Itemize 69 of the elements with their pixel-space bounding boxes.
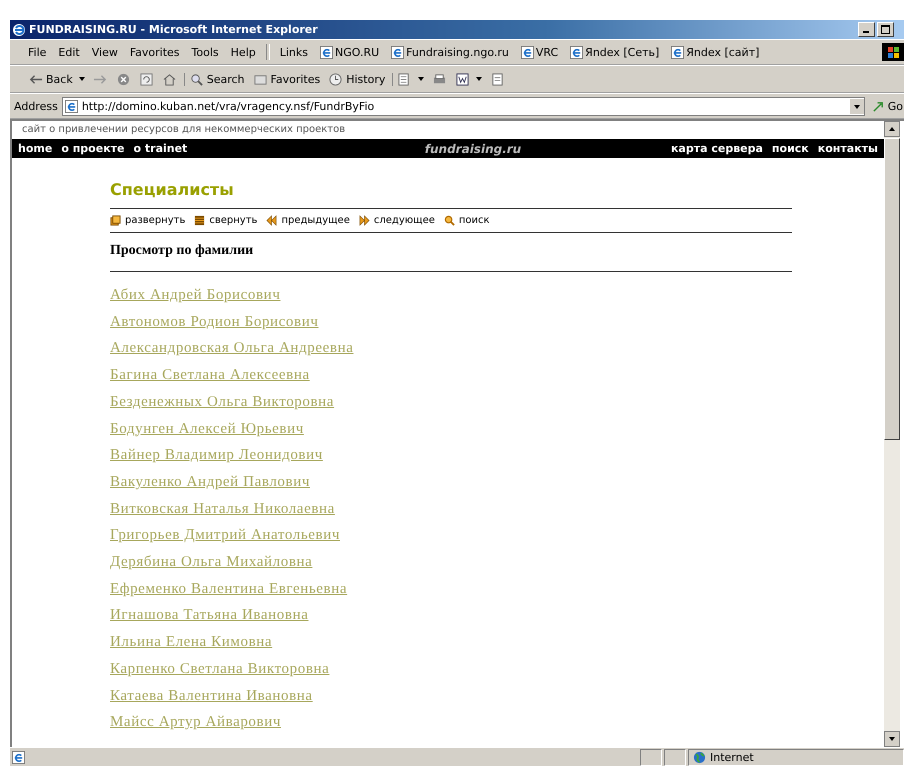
site-logo: fundraising.ru: [424, 142, 522, 156]
menu-item[interactable]: File: [22, 46, 52, 58]
menu-item[interactable]: Favorites: [124, 46, 186, 58]
page-icon: [671, 46, 684, 58]
nav-link[interactable]: контакты: [818, 142, 878, 155]
menu-item[interactable]: Edit: [52, 46, 86, 58]
site-tagline: сайт о привлечении ресурсов для некоммерческих проектов: [21, 123, 346, 137]
caret-icon: [78, 77, 85, 81]
menu-item[interactable]: Help: [224, 46, 262, 58]
page-icon: [520, 46, 534, 58]
scroll-thumb[interactable]: [884, 138, 900, 440]
action-link[interactable]: развернуть: [110, 215, 186, 226]
nav-link[interactable]: home: [18, 142, 52, 155]
maximize-button[interactable]: [877, 22, 894, 37]
page-icon: [570, 46, 584, 58]
link-button[interactable]: NGO.RU: [314, 46, 386, 58]
globe-icon: [693, 750, 706, 764]
caret-icon: [476, 77, 482, 81]
window-title: FUNDRAISING.RU - Microsoft Internet Explorer: [29, 23, 318, 36]
go-button[interactable]: Go: [870, 100, 904, 112]
status-panel: [640, 748, 662, 766]
action-link[interactable]: следующее: [358, 215, 435, 226]
search-icon: [188, 72, 204, 86]
page-icon: [64, 100, 78, 112]
favorites-button[interactable]: Favorites: [248, 72, 324, 86]
menu-item[interactable]: View: [86, 46, 124, 58]
browser-logo-icon: [12, 22, 26, 36]
caret-icon: [418, 77, 424, 81]
folder-icon: [252, 72, 268, 86]
back-arrow-icon: [28, 72, 43, 86]
word-icon: [455, 72, 470, 86]
page-icon: [320, 46, 333, 58]
nav-link[interactable]: карта сервера: [670, 142, 763, 155]
section-title: Просмотр по фамилии: [110, 233, 792, 272]
windows-logo-icon: [882, 43, 904, 61]
action-link[interactable]: предыдущее: [266, 215, 350, 226]
address-field[interactable]: http://domino.kuban.net/vra/vragency.nsf/FundrByFio: [62, 96, 865, 116]
search-button[interactable]: Search: [184, 72, 249, 86]
expand-icon: [110, 215, 121, 226]
action-link[interactable]: свернуть: [194, 215, 258, 226]
zone-label: Internet: [710, 750, 754, 764]
search-icon: [444, 215, 455, 226]
action-link[interactable]: поиск: [444, 215, 490, 226]
collapse-icon: [194, 215, 206, 226]
menu-item[interactable]: Tools: [186, 46, 225, 58]
nav-link[interactable]: о проекте: [61, 142, 124, 155]
back-button[interactable]: Back: [24, 72, 89, 86]
double-right-arrow-icon: [358, 215, 370, 226]
links-label: Links: [278, 46, 309, 58]
page-icon: [12, 750, 25, 764]
dropdown-icon[interactable]: [850, 98, 864, 114]
page-icon: [391, 46, 404, 58]
scrollbar[interactable]: [884, 121, 900, 747]
scroll-up-button[interactable]: [884, 121, 900, 137]
status-panel: [664, 748, 686, 766]
address-label: Address: [14, 100, 58, 112]
nav-link[interactable]: поиск: [772, 142, 809, 155]
link-button[interactable]: Fundraising.ngo.ru: [385, 46, 515, 58]
nav-link[interactable]: o trainet: [134, 142, 188, 155]
clock-icon: [328, 72, 344, 86]
link-button[interactable]: Яndex [Сеть]: [564, 46, 666, 58]
link-button[interactable]: Яndex [сайт]: [665, 46, 766, 58]
double-left-arrow-icon: [266, 215, 278, 226]
scroll-down-button[interactable]: [884, 731, 900, 747]
history-button[interactable]: History: [324, 72, 390, 86]
go-arrow-icon: [870, 100, 886, 112]
minimize-button[interactable]: [858, 22, 875, 37]
page-heading: Специалисты: [110, 180, 792, 209]
link-button[interactable]: VRC: [514, 46, 564, 58]
